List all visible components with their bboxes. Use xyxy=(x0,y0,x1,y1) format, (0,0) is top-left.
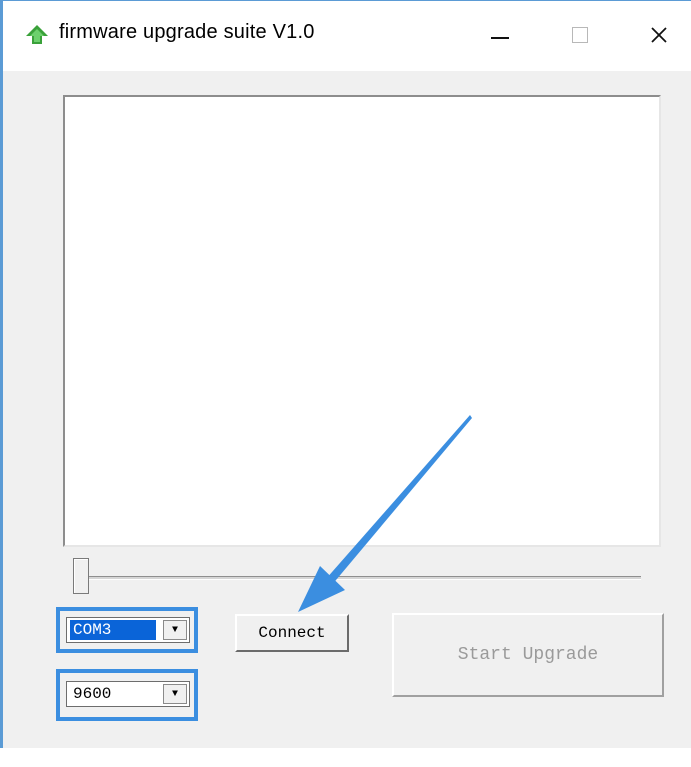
minimize-icon xyxy=(491,37,509,39)
log-textarea[interactable] xyxy=(63,95,661,547)
title-bar[interactable]: firmware upgrade suite V1.0 xyxy=(3,1,691,71)
progress-track xyxy=(87,576,641,580)
dropdown-arrow-icon[interactable]: ▼ xyxy=(163,684,187,704)
close-icon xyxy=(651,27,667,43)
maximize-icon xyxy=(572,27,588,43)
dropdown-arrow-icon[interactable]: ▼ xyxy=(163,620,187,640)
start-upgrade-button[interactable]: Start Upgrade xyxy=(392,613,664,697)
minimize-button[interactable] xyxy=(478,15,522,55)
close-button[interactable] xyxy=(637,15,681,55)
baud-rate-select[interactable]: 9600 ▼ xyxy=(66,681,190,707)
port-select[interactable]: COM3 ▼ xyxy=(66,617,190,643)
green-up-arrow-icon xyxy=(26,25,48,44)
baud-select-value: 9600 xyxy=(73,685,112,703)
port-select-value: COM3 xyxy=(70,620,156,640)
progress-slider-thumb[interactable] xyxy=(73,558,89,594)
connect-button[interactable]: Connect xyxy=(235,614,349,652)
maximize-button[interactable] xyxy=(558,15,602,55)
window-title: firmware upgrade suite V1.0 xyxy=(59,21,315,43)
